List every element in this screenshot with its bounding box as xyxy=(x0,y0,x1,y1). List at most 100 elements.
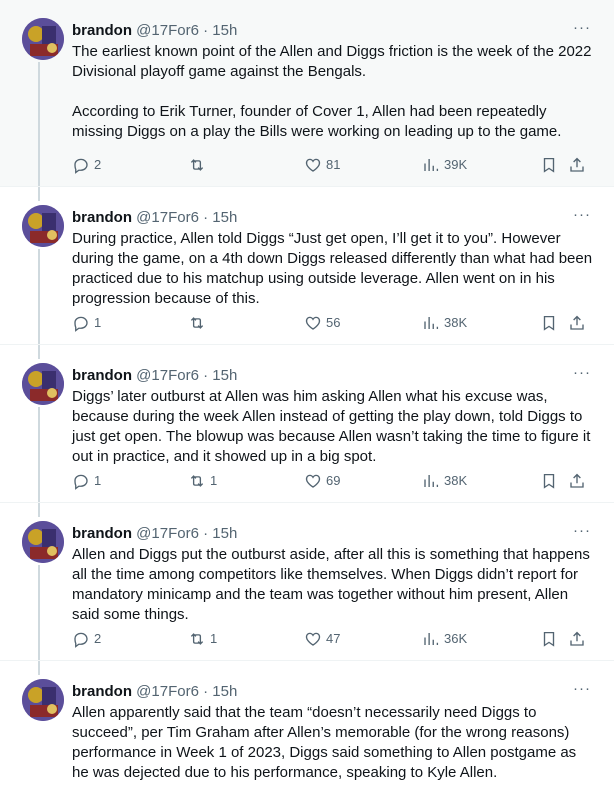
avatar[interactable] xyxy=(22,363,64,405)
heart-icon xyxy=(305,316,321,330)
avatar[interactable] xyxy=(22,521,64,563)
bookmark-button[interactable] xyxy=(540,629,558,649)
view-count: 36K xyxy=(444,631,468,646)
reply-count: 1 xyxy=(94,473,102,488)
display-name[interactable]: brandon xyxy=(72,367,132,384)
user-handle[interactable]: @17For6 xyxy=(136,525,199,542)
display-name[interactable]: brandon xyxy=(72,209,132,226)
retweet-button[interactable]: 1 xyxy=(188,471,217,491)
separator-dot: · xyxy=(203,209,209,226)
timestamp[interactable]: 15h xyxy=(212,22,237,39)
action-bar: 2 1 47 36K xyxy=(72,629,590,649)
retweet-icon xyxy=(190,475,204,487)
retweet-button[interactable] xyxy=(188,155,210,175)
reply-button[interactable]: 2 xyxy=(72,155,101,175)
like-count: 69 xyxy=(326,473,341,488)
avatar-image xyxy=(22,363,64,405)
reply-button[interactable]: 2 xyxy=(72,629,101,649)
heart-icon xyxy=(305,158,321,172)
share-button[interactable] xyxy=(568,155,586,175)
tweet[interactable]: brandon @17For6 · 15h ··· The earliest k… xyxy=(0,0,614,187)
user-handle[interactable]: @17For6 xyxy=(136,209,199,226)
views-button[interactable]: 39K xyxy=(422,155,467,175)
bookmark-button[interactable] xyxy=(540,155,558,175)
thread-line xyxy=(38,503,40,517)
display-name[interactable]: brandon xyxy=(72,22,132,39)
like-button[interactable]: 69 xyxy=(304,471,340,491)
thread-line xyxy=(38,345,40,359)
reply-count: 2 xyxy=(94,157,102,172)
like-button[interactable]: 56 xyxy=(304,313,340,333)
timestamp[interactable]: 15h xyxy=(212,367,237,384)
more-icon[interactable]: ··· xyxy=(570,20,594,41)
avatar[interactable] xyxy=(22,679,64,721)
views-button[interactable]: 38K xyxy=(422,313,467,333)
thread-line xyxy=(38,62,40,186)
separator-dot: · xyxy=(203,22,209,39)
user-handle[interactable]: @17For6 xyxy=(136,683,199,700)
tweet-text: During practice, Allen told Diggs “Just … xyxy=(72,230,593,307)
avatar-image xyxy=(22,18,64,60)
heart-icon xyxy=(305,632,321,646)
tweet[interactable]: brandon @17For6 · 15h ··· During practic… xyxy=(0,187,614,345)
display-name[interactable]: brandon xyxy=(72,525,132,542)
timestamp[interactable]: 15h xyxy=(212,525,237,542)
action-bar: 2 81 39K xyxy=(72,155,590,175)
like-button[interactable]: 47 xyxy=(304,629,340,649)
tweet[interactable]: brandon @17For6 · 15h ··· Diggs’ later o… xyxy=(0,345,614,503)
display-name[interactable]: brandon xyxy=(72,683,132,700)
share-icon xyxy=(570,315,584,330)
reply-button[interactable]: 1 xyxy=(72,471,101,491)
tweet-header: brandon @17For6 · 15h ··· xyxy=(72,681,594,702)
thread: brandon @17For6 · 15h ··· The earliest k… xyxy=(0,0,614,786)
tweet[interactable]: brandon @17For6 · 15h ··· Allen apparent… xyxy=(0,661,614,786)
separator-dot: · xyxy=(203,683,209,700)
more-icon[interactable]: ··· xyxy=(570,207,594,228)
like-count: 47 xyxy=(326,631,341,646)
retweet-count: 1 xyxy=(210,473,218,488)
share-button[interactable] xyxy=(568,471,586,491)
bookmark-icon xyxy=(543,157,555,173)
tweet[interactable]: brandon @17For6 · 15h ··· Allen and Digg… xyxy=(0,503,614,661)
views-icon xyxy=(424,317,439,329)
bookmark-button[interactable] xyxy=(540,313,558,333)
reply-icon xyxy=(74,632,88,648)
share-button[interactable] xyxy=(568,313,586,333)
tweet-header: brandon @17For6 · 15h ··· xyxy=(72,365,594,386)
timestamp[interactable]: 15h xyxy=(212,683,237,700)
action-bar: 1 56 38K xyxy=(72,313,590,333)
views-button[interactable]: 36K xyxy=(422,629,467,649)
retweet-button[interactable] xyxy=(188,313,210,333)
more-icon[interactable]: ··· xyxy=(570,681,594,702)
reply-count: 1 xyxy=(94,315,102,330)
reply-icon xyxy=(74,316,88,332)
reply-icon xyxy=(74,474,88,490)
avatar[interactable] xyxy=(22,18,64,60)
bookmark-button[interactable] xyxy=(540,471,558,491)
more-icon[interactable]: ··· xyxy=(570,523,594,544)
views-icon xyxy=(424,633,439,645)
user-handle[interactable]: @17For6 xyxy=(136,367,199,384)
share-icon xyxy=(570,473,584,488)
like-count: 56 xyxy=(326,315,341,330)
retweet-icon xyxy=(190,159,204,171)
retweet-button[interactable]: 1 xyxy=(188,629,217,649)
share-button[interactable] xyxy=(568,629,586,649)
tweet-text: Diggs’ later outburst at Allen was him a… xyxy=(72,388,591,465)
retweet-count: 1 xyxy=(210,631,218,646)
timestamp[interactable]: 15h xyxy=(212,209,237,226)
avatar[interactable] xyxy=(22,205,64,247)
avatar-image xyxy=(22,205,64,247)
reply-button[interactable]: 1 xyxy=(72,313,101,333)
avatar-image xyxy=(22,521,64,563)
more-icon[interactable]: ··· xyxy=(570,365,594,386)
user-handle[interactable]: @17For6 xyxy=(136,22,199,39)
bookmark-icon xyxy=(543,473,555,489)
views-button[interactable]: 38K xyxy=(422,471,467,491)
separator-dot: · xyxy=(203,525,209,542)
action-bar: 1 1 69 38K xyxy=(72,471,590,491)
tweet-text: The earliest known point of the Allen an… xyxy=(72,43,592,140)
like-button[interactable]: 81 xyxy=(304,155,340,175)
avatar-image xyxy=(22,679,64,721)
reply-count: 2 xyxy=(94,631,102,646)
